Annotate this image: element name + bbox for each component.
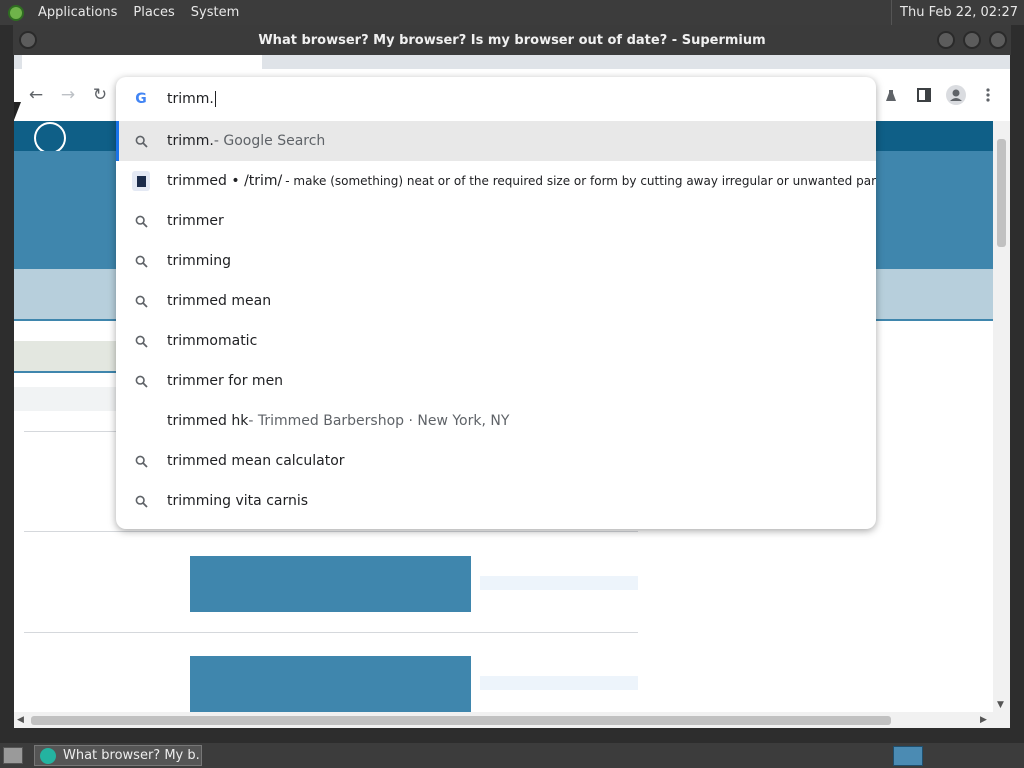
- suggestion-text: trimmed hk: [167, 413, 249, 429]
- suggestion-item[interactable]: trimmer for men: [116, 361, 876, 401]
- divider: [24, 632, 638, 633]
- active-tab[interactable]: [22, 55, 262, 69]
- side-panel-icon[interactable]: [914, 85, 934, 105]
- search-icon: [132, 215, 150, 228]
- show-desktop-icon[interactable]: [3, 747, 23, 764]
- vertical-scrollbar[interactable]: ▼: [993, 121, 1010, 712]
- taskbar-window-label: What browser? My b...: [63, 748, 202, 763]
- suggestion-item[interactable]: trimmed mean: [116, 281, 876, 321]
- address-bar[interactable]: G trimm.: [116, 77, 876, 121]
- menu-system[interactable]: System: [183, 0, 247, 25]
- suggestion-item[interactable]: trimmed hk - Trimmed Barbershop · New Yo…: [116, 401, 876, 441]
- scroll-left-icon[interactable]: ◀: [17, 715, 24, 725]
- google-g-icon: G: [135, 91, 147, 107]
- suggestion-item[interactable]: trimming: [116, 241, 876, 281]
- horizontal-scrollbar[interactable]: ◀ ▶: [14, 712, 1010, 728]
- suggestion-text: trimmed • /trim/: [167, 173, 283, 189]
- address-input-text: trimm.: [167, 91, 214, 107]
- suggestion-detail: - Trimmed Barbershop · New York, NY: [248, 413, 510, 429]
- taskbar-window-button[interactable]: What browser? My b...: [34, 745, 202, 766]
- divider: [24, 531, 638, 532]
- content-placeholder: [480, 576, 638, 590]
- site-logo-icon[interactable]: [34, 122, 66, 154]
- search-icon: [132, 455, 150, 468]
- content-bar: [14, 387, 124, 411]
- suggestion-detail: - Google Search: [213, 133, 326, 149]
- scroll-down-icon[interactable]: ▼: [997, 700, 1004, 710]
- content-placeholder: [480, 676, 638, 690]
- window-title: What browser? My browser? Is my browser …: [258, 33, 766, 48]
- suggestion-detail: - make (something) neat or of the requir…: [285, 174, 876, 188]
- os-logo-icon[interactable]: [8, 4, 24, 21]
- scroll-right-icon[interactable]: ▶: [980, 715, 987, 725]
- top-panel: Applications Places System Thu Feb 22, 0…: [0, 0, 1024, 25]
- suggestion-text: trimming vita carnis: [167, 493, 309, 509]
- suggestion-text: trimmed mean calculator: [167, 453, 345, 469]
- tray-app-icon[interactable]: [893, 746, 923, 766]
- forward-button[interactable]: →: [56, 83, 80, 107]
- search-icon: [132, 495, 150, 508]
- suggestion-item[interactable]: trimmer: [116, 201, 876, 241]
- text-caret: [214, 91, 216, 107]
- suggestion-text: trimmer for men: [167, 373, 284, 389]
- suggestion-item[interactable]: trimm. - Google Search: [116, 121, 876, 161]
- tab-strip: [14, 55, 1010, 69]
- omnibox-dropdown: G trimm. trimm. - Google Search trimmed •…: [116, 77, 876, 529]
- suggestion-item[interactable]: trimmed • /trim/ - make (something) neat…: [116, 161, 876, 201]
- divider: [24, 431, 124, 432]
- search-icon: [132, 295, 150, 308]
- more-menu-icon[interactable]: [978, 85, 998, 105]
- minimize-button[interactable]: [937, 31, 955, 49]
- menu-applications[interactable]: Applications: [30, 0, 125, 25]
- suggestion-text: trimming: [167, 253, 232, 269]
- suggestion-text: trimmer: [167, 213, 224, 229]
- content-block: [190, 656, 471, 712]
- dictionary-icon: [132, 171, 150, 191]
- suggestion-text: trimmed mean: [167, 293, 272, 309]
- suggestion-item[interactable]: trimmed mean calculator: [116, 441, 876, 481]
- extensions-icon[interactable]: [881, 85, 901, 105]
- content-block: [190, 556, 471, 612]
- mouse-cursor-icon: [14, 102, 28, 120]
- reload-button[interactable]: ↻: [88, 83, 112, 107]
- taskbar: What browser? My b...: [0, 743, 1024, 768]
- address-input[interactable]: trimm.: [167, 91, 216, 107]
- window-menu-icon[interactable]: [19, 31, 37, 49]
- maximize-button[interactable]: [963, 31, 981, 49]
- suggestion-item[interactable]: trimmomatic: [116, 321, 876, 361]
- horizontal-scroll-thumb[interactable]: [31, 716, 891, 725]
- suggestion-text: trimmomatic: [167, 333, 258, 349]
- suggestion-text: trimm.: [167, 133, 214, 149]
- supermium-icon: [40, 748, 56, 764]
- vertical-scroll-thumb[interactable]: [997, 139, 1006, 247]
- menu-places[interactable]: Places: [125, 0, 182, 25]
- search-icon: [132, 135, 150, 148]
- close-button[interactable]: [989, 31, 1007, 49]
- search-icon: [132, 255, 150, 268]
- clock[interactable]: Thu Feb 22, 02:27: [891, 0, 1024, 25]
- suggestion-item[interactable]: trimming vita carnis: [116, 481, 876, 521]
- profile-avatar-icon[interactable]: [946, 85, 966, 105]
- window-titlebar[interactable]: What browser? My browser? Is my browser …: [13, 25, 1011, 55]
- search-icon: [132, 335, 150, 348]
- search-icon: [132, 375, 150, 388]
